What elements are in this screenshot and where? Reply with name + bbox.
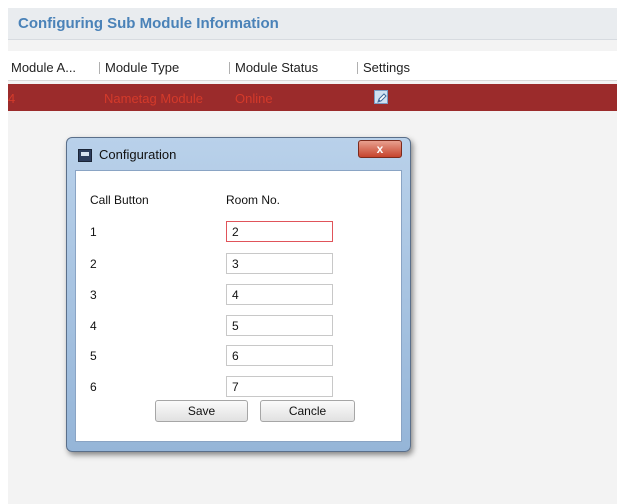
- module-type-cell: Nametag Module: [104, 91, 203, 106]
- dialog-title: Configuration: [99, 147, 177, 162]
- call-button-label: 1: [90, 225, 97, 239]
- close-icon: x: [376, 142, 384, 156]
- room-no-input[interactable]: [226, 284, 333, 305]
- app-icon: [78, 149, 92, 162]
- configuration-dialog: Configuration x Call Button Room No. 1 2…: [66, 137, 411, 452]
- call-button-label: 2: [90, 257, 97, 271]
- panel-header: Configuring Sub Module Information: [8, 8, 617, 40]
- call-button-label: 5: [90, 349, 97, 363]
- room-no-header: Room No.: [226, 193, 281, 207]
- table-row[interactable]: 4 Nametag Module Online: [8, 84, 617, 111]
- column-module-address[interactable]: Module A...: [11, 60, 76, 75]
- call-button-label: 4: [90, 319, 97, 333]
- close-button[interactable]: x: [358, 140, 402, 158]
- column-separator[interactable]: [357, 62, 358, 74]
- call-button-label: 6: [90, 380, 97, 394]
- column-separator[interactable]: [229, 62, 230, 74]
- edit-icon[interactable]: [374, 90, 388, 104]
- call-button-header: Call Button: [90, 193, 149, 207]
- page: Configuring Sub Module Information Modul…: [0, 0, 617, 504]
- module-address-cell: 4: [8, 91, 16, 106]
- column-settings[interactable]: Settings: [363, 60, 410, 75]
- room-no-input[interactable]: [226, 345, 333, 366]
- call-button-label: 3: [90, 288, 97, 302]
- cancel-button[interactable]: Cancle: [260, 400, 355, 422]
- room-no-input[interactable]: [226, 315, 333, 336]
- column-separator[interactable]: [99, 62, 100, 74]
- room-no-input[interactable]: [226, 376, 333, 397]
- column-module-status[interactable]: Module Status: [235, 60, 318, 75]
- dialog-titlebar[interactable]: Configuration x: [67, 138, 410, 170]
- room-no-input[interactable]: [226, 221, 333, 242]
- module-status-cell: Online: [235, 91, 273, 106]
- dialog-body: Call Button Room No. 1 2 3 4 5 6 Save Ca…: [75, 170, 402, 442]
- table-header: Module A... Module Type Module Status Se…: [8, 51, 617, 81]
- save-button[interactable]: Save: [155, 400, 248, 422]
- room-no-input[interactable]: [226, 253, 333, 274]
- column-module-type[interactable]: Module Type: [105, 60, 179, 75]
- panel-title: Configuring Sub Module Information: [18, 15, 279, 32]
